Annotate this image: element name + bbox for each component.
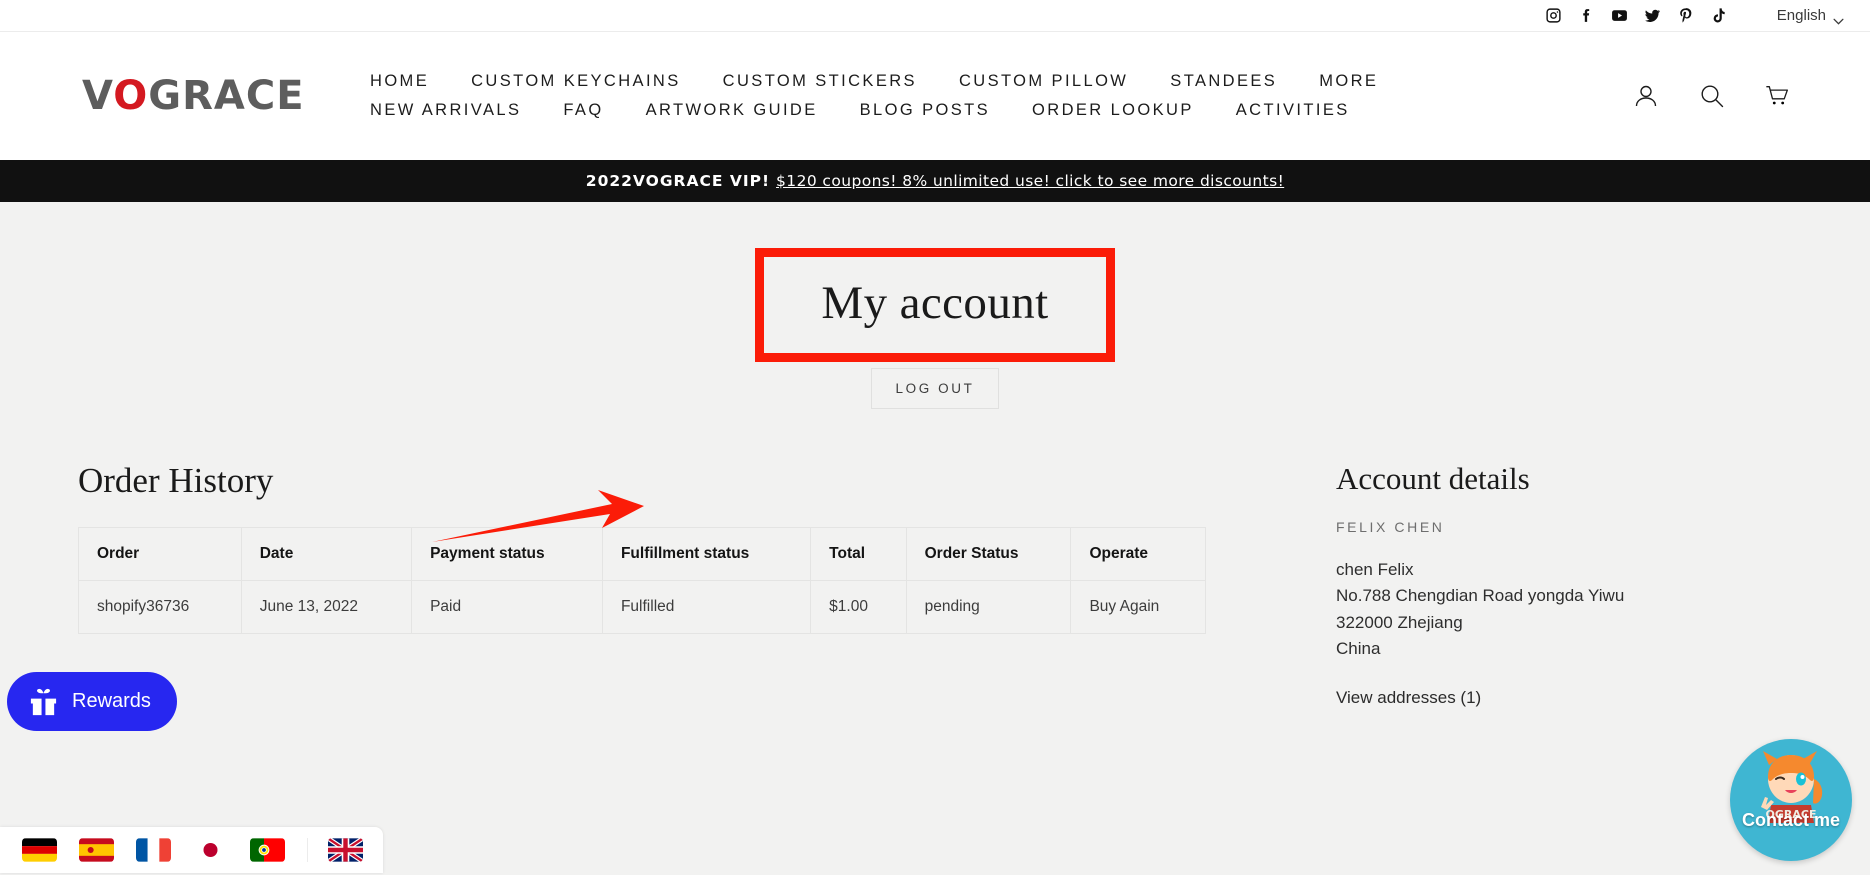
site-header: VOGRACE HOME CUSTOM KEYCHAINS CUSTOM STI… bbox=[0, 32, 1870, 160]
table-header-row: Order Date Payment status Fulfillment st… bbox=[78, 527, 1206, 581]
top-utility-bar: English bbox=[0, 0, 1870, 32]
account-icon[interactable] bbox=[1632, 82, 1660, 110]
search-icon[interactable] bbox=[1698, 82, 1726, 110]
nav-row-secondary: NEW ARRIVALS FAQ ARTWORK GUIDE BLOG POST… bbox=[370, 96, 1610, 125]
youtube-icon[interactable] bbox=[1611, 7, 1628, 24]
column-header-total: Total bbox=[810, 527, 907, 581]
cell-operate-buy-again[interactable]: Buy Again bbox=[1070, 580, 1206, 634]
facebook-icon[interactable] bbox=[1578, 7, 1595, 24]
cell-order: shopify36736 bbox=[78, 580, 242, 634]
social-links bbox=[1545, 7, 1727, 24]
rewards-button[interactable]: Rewards bbox=[7, 672, 177, 731]
cell-fulfillment-status: Fulfilled bbox=[601, 580, 812, 634]
page-root: English VOGRACE HOME CUSTOM KEYCHAINS CU… bbox=[0, 0, 1870, 875]
table-row[interactable]: shopify36736 June 13, 2022 Paid Fulfille… bbox=[78, 580, 1206, 634]
tiktok-icon[interactable] bbox=[1710, 7, 1727, 24]
nav-item-new-arrivals[interactable]: NEW ARRIVALS bbox=[370, 101, 521, 120]
logout-button[interactable]: LOG OUT bbox=[870, 368, 1000, 409]
instagram-icon[interactable] bbox=[1545, 7, 1562, 24]
gift-icon bbox=[28, 686, 59, 717]
language-flag-bar bbox=[0, 827, 383, 873]
twitter-icon[interactable] bbox=[1644, 7, 1661, 24]
announcement-link[interactable]: $120 coupons! 8% unlimited use! click to… bbox=[776, 172, 1284, 190]
main-navigation: HOME CUSTOM KEYCHAINS CUSTOM STICKERS CU… bbox=[370, 67, 1610, 125]
flag-united-kingdom[interactable] bbox=[328, 838, 363, 862]
chevron-down-icon bbox=[1833, 12, 1844, 25]
page-title: My account bbox=[821, 277, 1049, 329]
flag-japan[interactable] bbox=[193, 838, 228, 862]
header-action-icons bbox=[1632, 82, 1792, 110]
column-header-fulfillment-status: Fulfillment status bbox=[601, 527, 812, 581]
flag-france[interactable] bbox=[136, 838, 171, 862]
nav-item-custom-stickers[interactable]: CUSTOM STICKERS bbox=[723, 72, 917, 91]
contact-widget-label: Contact me bbox=[1741, 810, 1840, 830]
nav-item-faq[interactable]: FAQ bbox=[563, 101, 603, 120]
account-details-title: Account details bbox=[1336, 461, 1530, 496]
account-details-panel: Account details FELIX CHEN chen Felix No… bbox=[1234, 461, 1792, 708]
flag-spain[interactable] bbox=[79, 838, 114, 862]
column-header-order-status: Order Status bbox=[905, 527, 1072, 581]
nav-row-primary: HOME CUSTOM KEYCHAINS CUSTOM STICKERS CU… bbox=[370, 67, 1610, 96]
address-line-3: 322000 Zhejiang bbox=[1336, 612, 1463, 632]
account-title-wrapper: My account bbox=[755, 248, 1115, 362]
nav-item-order-lookup[interactable]: ORDER LOOKUP bbox=[1032, 101, 1194, 120]
flag-options bbox=[0, 838, 307, 862]
nav-item-artwork-guide[interactable]: ARTWORK GUIDE bbox=[646, 101, 818, 120]
nav-item-custom-pillow[interactable]: CUSTOM PILLOW bbox=[959, 72, 1128, 91]
address-line-4: China bbox=[1336, 639, 1381, 659]
language-selector-label: English bbox=[1776, 7, 1826, 24]
rewards-label: Rewards bbox=[72, 690, 151, 712]
column-header-payment-status: Payment status bbox=[411, 527, 603, 581]
column-header-operate: Operate bbox=[1070, 527, 1206, 581]
address-line-1: chen Felix bbox=[1336, 560, 1414, 579]
cell-total: $1.00 bbox=[810, 580, 907, 634]
customer-name: FELIX CHEN bbox=[1336, 519, 1445, 535]
cell-date: June 13, 2022 bbox=[240, 580, 413, 634]
announcement-bar[interactable]: 2022VOGRACE VIP! $120 coupons! 8% unlimi… bbox=[0, 160, 1870, 202]
column-header-order: Order bbox=[78, 527, 242, 581]
nav-item-more[interactable]: MORE bbox=[1319, 72, 1378, 91]
account-header-section: My account LOG OUT bbox=[0, 202, 1870, 542]
site-logo[interactable]: VOGRACE bbox=[82, 73, 305, 119]
nav-item-custom-keychains[interactable]: CUSTOM KEYCHAINS bbox=[471, 72, 681, 91]
order-history-panel: Order History Order Date Payment status … bbox=[78, 461, 1208, 708]
contact-chat-widget[interactable]: OGRACE Contact me bbox=[1730, 739, 1852, 861]
nav-item-activities[interactable]: ACTIVITIES bbox=[1236, 101, 1350, 120]
account-content: Order History Order Date Payment status … bbox=[0, 461, 1870, 708]
view-addresses-link[interactable]: View addresses (1) bbox=[1336, 688, 1481, 708]
column-header-date: Date bbox=[240, 527, 413, 581]
flag-current-selection[interactable] bbox=[307, 838, 383, 862]
nav-item-home[interactable]: HOME bbox=[370, 72, 429, 91]
logo-text-suffix: GRACE bbox=[148, 73, 305, 119]
announcement-strong-text: 2022VOGRACE VIP! bbox=[585, 172, 771, 190]
order-history-title: Order History bbox=[78, 461, 274, 500]
cell-payment-status: Paid bbox=[411, 580, 603, 634]
language-selector[interactable]: English bbox=[1776, 7, 1844, 25]
address-line-2: No.788 Chengdian Road yongda Yiwu bbox=[1336, 586, 1625, 606]
nav-item-blog-posts[interactable]: BLOG POSTS bbox=[860, 101, 990, 120]
nav-item-standees[interactable]: STANDEES bbox=[1170, 72, 1277, 91]
cell-order-status: pending bbox=[905, 580, 1072, 634]
flag-germany[interactable] bbox=[22, 838, 57, 862]
pinterest-icon[interactable] bbox=[1677, 7, 1694, 24]
logo-text-o: O bbox=[113, 73, 149, 119]
cart-icon[interactable] bbox=[1764, 82, 1792, 110]
logo-text-prefix: V bbox=[82, 73, 114, 119]
flag-portugal[interactable] bbox=[250, 838, 285, 862]
order-history-table: Order Date Payment status Fulfillment st… bbox=[78, 527, 1206, 634]
